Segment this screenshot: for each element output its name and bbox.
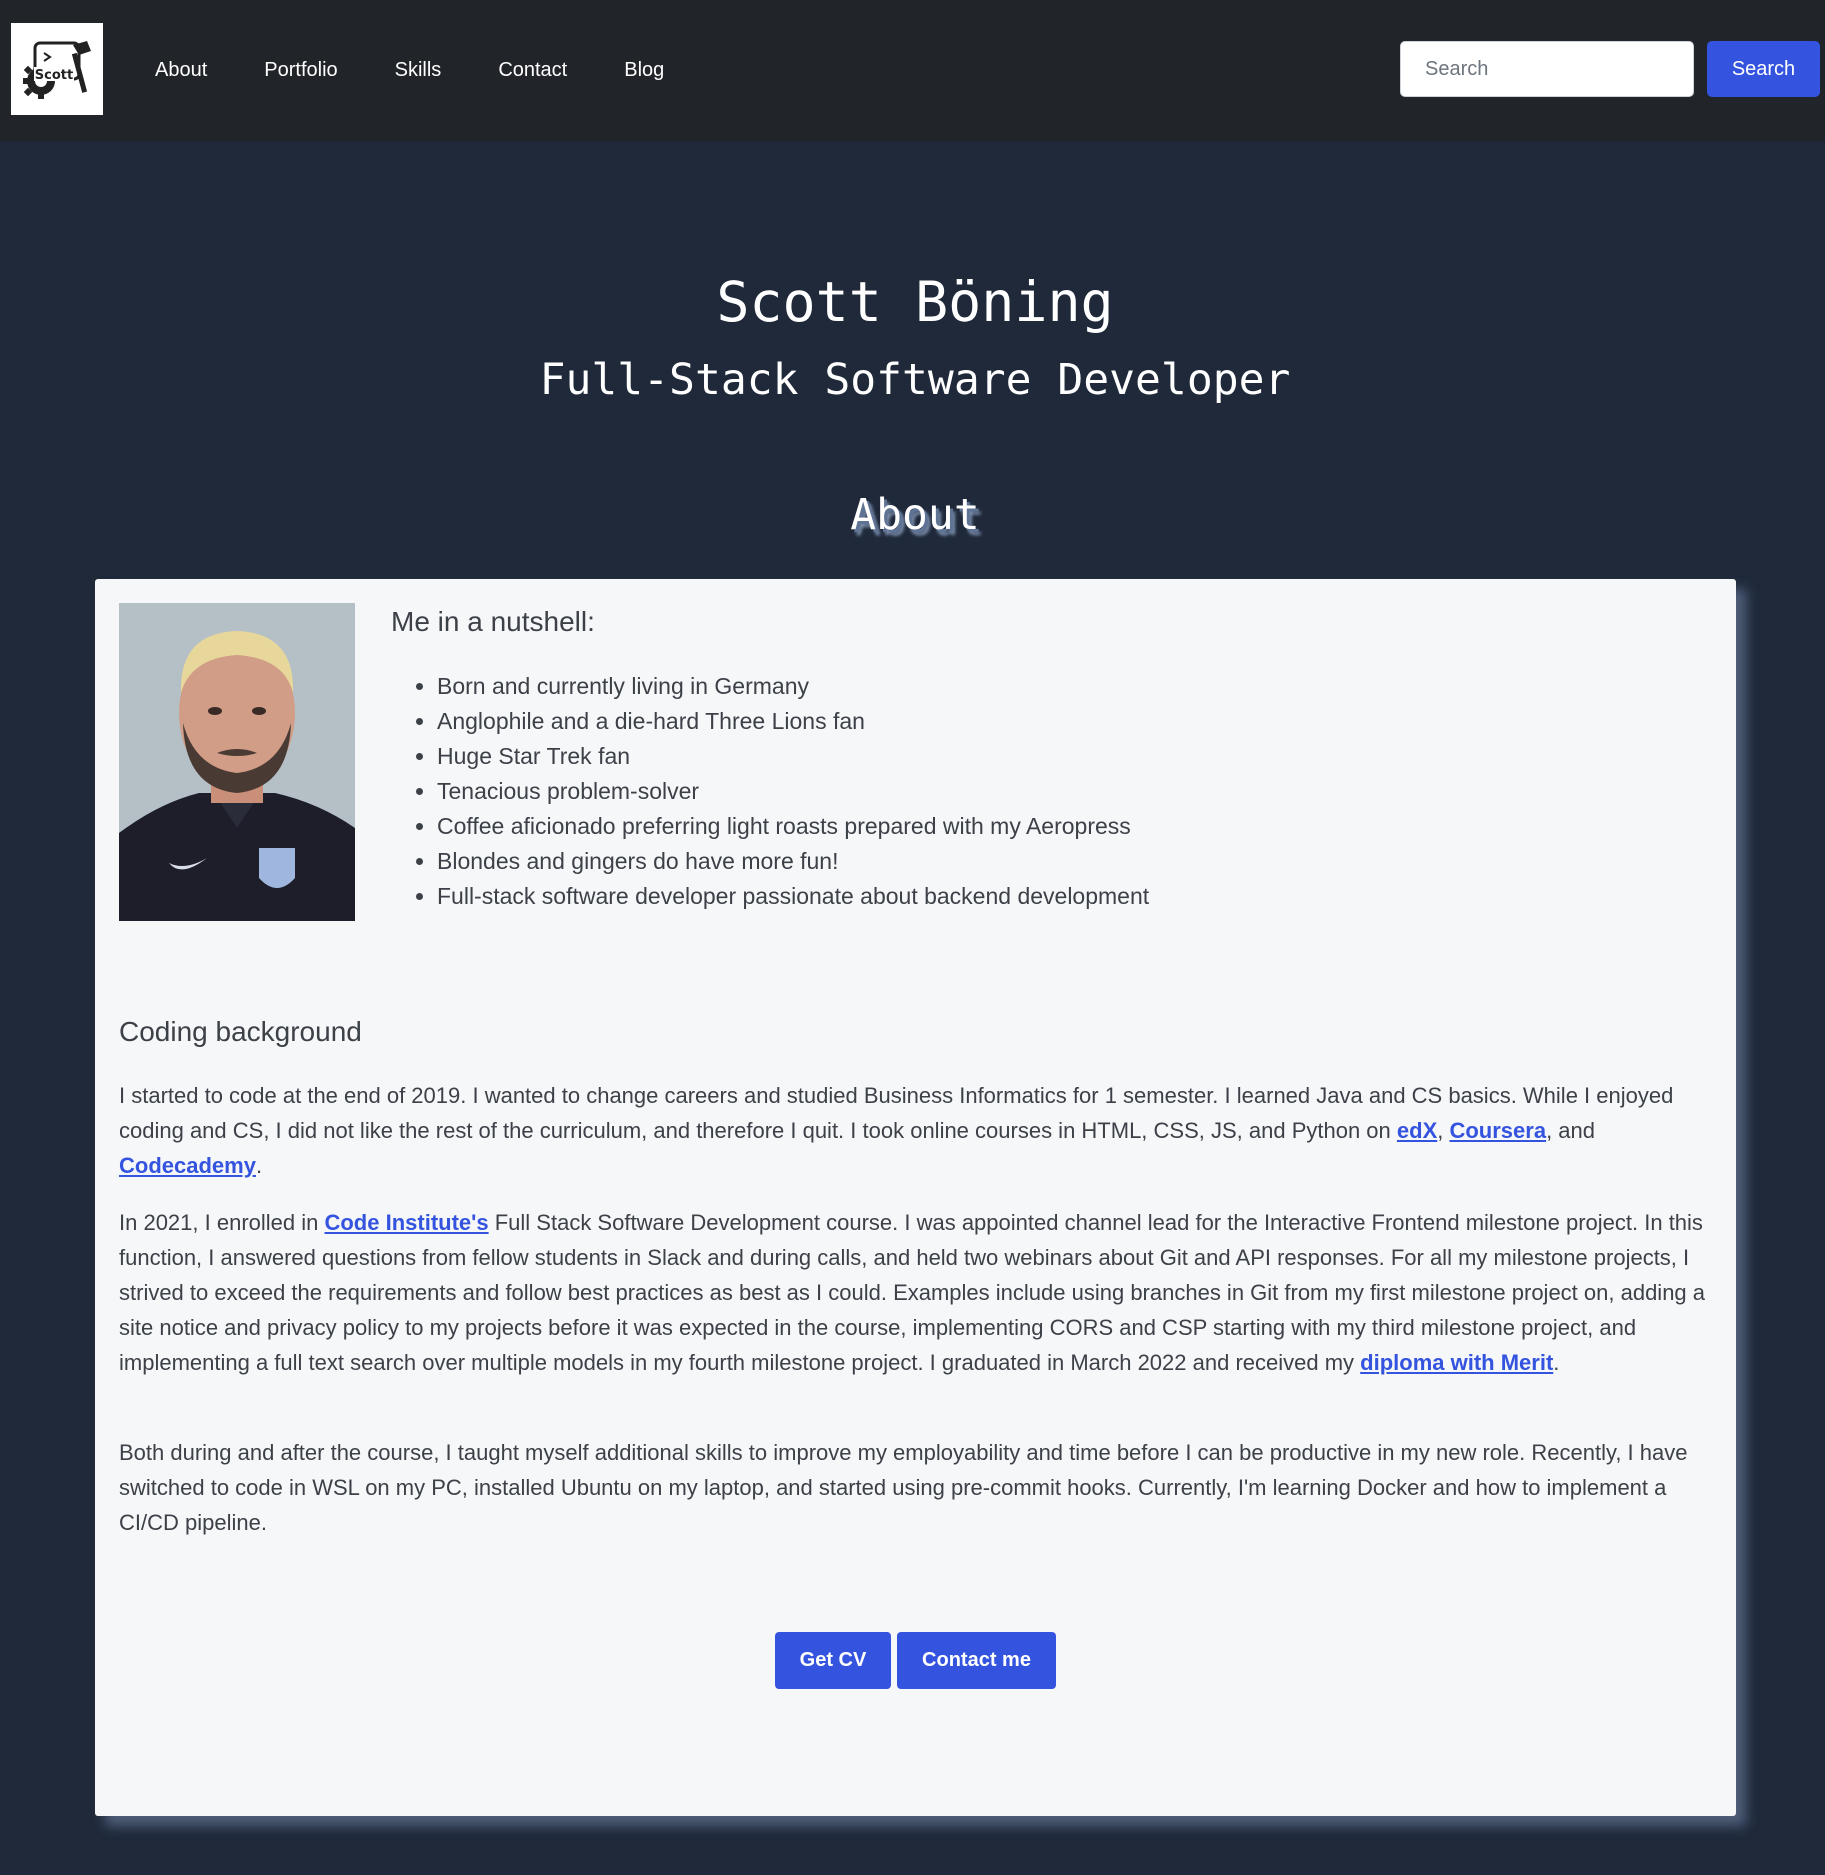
hero-title: Full-Stack Software Developer [539,355,1291,405]
hero-name: Scott Böning [716,270,1114,334]
nutshell-title: Me in a nutshell: [391,606,595,637]
logo-text: Scott [35,68,73,83]
fact-item: Blondes and gingers do have more fun! [437,844,1149,879]
search-button[interactable]: Search [1707,41,1820,97]
paragraph-text: . [255,1153,263,1178]
paragraph-text: , [1437,1118,1450,1143]
fact-item: Born and currently living in Germany [437,669,1149,704]
link-diploma[interactable]: diploma with Merit [1360,1350,1553,1375]
fact-item: Huge Star Trek fan [437,739,1149,774]
fact-item: Coffee aficionado preferring light roast… [437,809,1149,844]
nav-link-skills[interactable]: Skills [395,59,442,82]
paragraph-text: , and [1546,1118,1596,1143]
search-input[interactable] [1400,41,1694,97]
nav-link-portfolio[interactable]: Portfolio [264,59,337,82]
paragraph-text: . [1553,1350,1560,1375]
get-cv-button[interactable]: Get CV [775,1632,891,1689]
link-edx[interactable]: edX [1397,1118,1437,1143]
profile-photo [119,603,355,921]
background-paragraph-3: Both during and after the course, I taug… [119,1440,1688,1535]
about-heading: About [850,490,980,540]
site-logo[interactable]: Scott [11,23,103,115]
fact-item: Full-stack software developer passionate… [437,879,1149,914]
facts-list: Born and currently living in Germany Ang… [391,669,1149,914]
link-code-institute[interactable]: Code Institute's [324,1210,488,1235]
link-codecademy[interactable]: Codecademy [119,1153,256,1178]
contact-me-button[interactable]: Contact me [897,1632,1056,1689]
background-paragraph-1: I started to code at the end of 2019. I … [119,1078,1719,1183]
nav-link-blog[interactable]: Blog [624,59,664,82]
navbar: Scott About Portfolio Skills Contact Blo… [0,0,1825,141]
logo-icon: Scott [23,41,91,99]
about-card: Me in a nutshell: Born and currently liv… [95,579,1736,1816]
background-paragraph-2: In 2021, I enrolled in Code Institute's … [119,1205,1719,1380]
link-coursera[interactable]: Coursera [1449,1118,1546,1143]
nav-link-contact[interactable]: Contact [498,59,567,82]
paragraph-text: In 2021, I enrolled in [119,1210,325,1235]
coding-background-title: Coding background [119,1016,362,1047]
fact-item: Tenacious problem-solver [437,774,1149,809]
nav-link-about[interactable]: About [155,59,207,82]
nav-links: About Portfolio Skills Contact Blog [155,0,721,141]
fact-item: Anglophile and a die-hard Three Lions fa… [437,704,1149,739]
profile-photo-image [119,603,355,921]
